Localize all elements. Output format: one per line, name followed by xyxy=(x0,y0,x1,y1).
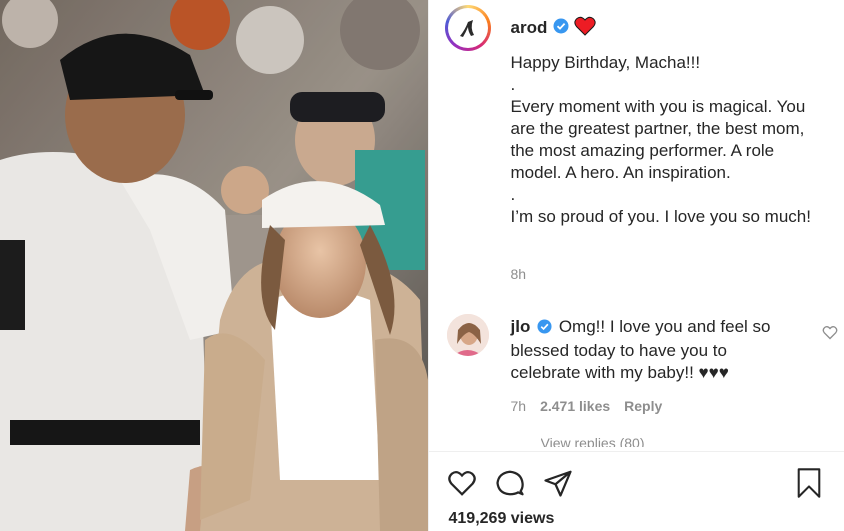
author-avatar[interactable] xyxy=(444,5,491,51)
comment-reply-button[interactable]: Reply xyxy=(624,398,662,414)
caption-line: . xyxy=(510,75,516,94)
red-heart-emoji xyxy=(574,16,596,41)
post-timestamp[interactable]: 8h xyxy=(511,266,527,282)
comment-icon[interactable] xyxy=(493,466,527,500)
comment-body: jlo Omg!! I love you and feel so blessed… xyxy=(511,316,781,384)
post-details-panel: arod Happy Birthday, Macha!!! . Every mo… xyxy=(427,0,844,531)
comment-likes-count[interactable]: 2.471 likes xyxy=(540,398,610,414)
bookmark-icon[interactable] xyxy=(792,466,826,500)
comment-timestamp[interactable]: 7h xyxy=(511,398,527,414)
view-replies-label: View replies (80) xyxy=(540,438,645,447)
views-count[interactable]: 419,269 views xyxy=(449,510,555,528)
commenter-avatar-image xyxy=(446,314,489,356)
actions-divider xyxy=(428,451,844,452)
caption-line: . xyxy=(510,185,516,204)
heart-outline-icon[interactable] xyxy=(445,466,479,500)
post-actions xyxy=(445,466,575,500)
caption-line: Every moment with you is magical. You ar… xyxy=(510,97,806,182)
author-username[interactable]: arod xyxy=(511,18,548,38)
view-replies-link[interactable]: View replies (80) xyxy=(541,438,645,447)
verified-badge-icon xyxy=(553,18,569,39)
comment-like-heart-icon[interactable] xyxy=(822,325,838,345)
post-caption: Happy Birthday, Macha!!! . Every moment … xyxy=(511,52,821,228)
post-photo[interactable] xyxy=(0,0,428,531)
post-image xyxy=(0,0,428,531)
caption-line: Happy Birthday, Macha!!! xyxy=(510,53,701,72)
post-author: arod xyxy=(444,5,597,51)
author-avatar-image xyxy=(447,8,488,48)
paper-plane-icon[interactable] xyxy=(541,466,575,500)
instagram-post: arod Happy Birthday, Macha!!! . Every mo… xyxy=(0,0,844,531)
commenter-avatar[interactable] xyxy=(446,314,489,356)
caption-line: I’m so proud of you. I love you so much! xyxy=(510,207,811,226)
verified-badge-icon xyxy=(537,318,552,340)
logo-icon xyxy=(459,20,474,37)
commenter-username[interactable]: jlo xyxy=(511,317,531,336)
comment-meta: 7h 2.471 likes Reply xyxy=(511,398,663,414)
